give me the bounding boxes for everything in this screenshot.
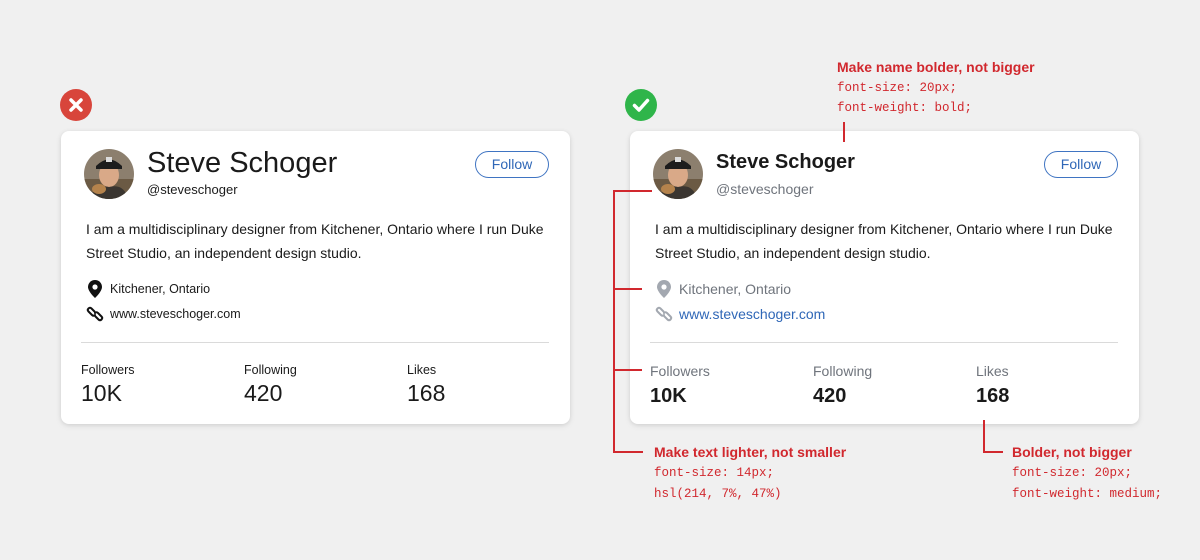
annotation-name-code: font-size: 20px; (837, 81, 958, 95)
map-pin-icon (86, 280, 104, 298)
stat-followers[interactable]: Followers 10K (650, 363, 710, 408)
stat-value: 420 (813, 385, 847, 407)
stat-likes[interactable]: Likes 168 (976, 363, 1009, 408)
profile-bio: I am a multidisciplinary designer from K… (86, 221, 544, 261)
divider (81, 342, 549, 343)
location-text: Kitchener, Ontario (679, 281, 792, 297)
annotation-connector (983, 420, 985, 451)
divider (650, 342, 1118, 343)
stat-label: Followers (650, 363, 710, 379)
location-text: Kitchener, Ontario (110, 282, 211, 296)
stat-label: Likes (976, 363, 1009, 379)
profile-card-after: Steve Schoger @steveschoger Follow I am … (630, 131, 1139, 424)
profile-handle: @steveschoger (147, 182, 238, 197)
stat-value: 168 (407, 380, 446, 406)
profile-handle: @steveschoger (716, 181, 814, 197)
annotation-text-code: hsl(214, 7%, 47%) (654, 487, 782, 501)
annotation-connector (613, 190, 615, 452)
stat-label: Following (244, 363, 297, 377)
annotation-stats-code: font-weight: medium; (1012, 487, 1163, 501)
stat-following[interactable]: Following 420 (813, 363, 872, 408)
follow-button[interactable]: Follow (475, 151, 549, 178)
stat-following[interactable]: Following 420 (244, 363, 297, 407)
annotation-connector (983, 451, 1003, 453)
stat-value: 10K (81, 380, 122, 406)
annotation-name-code: font-weight: bold; (837, 101, 973, 115)
correct-badge-icon (625, 89, 657, 121)
website-row: www.steveschoger.com (655, 304, 825, 324)
annotation-connector (613, 451, 643, 453)
stat-value: 420 (244, 380, 283, 406)
annotation-connector (613, 369, 642, 371)
stat-value: 168 (976, 385, 1010, 407)
annotation-stats-code: font-size: 20px; (1012, 466, 1133, 480)
map-pin-icon (655, 280, 673, 298)
avatar (653, 149, 703, 199)
avatar (84, 149, 134, 199)
annotation-text-code: font-size: 14px; (654, 466, 775, 480)
website-link[interactable]: www.steveschoger.com (679, 306, 825, 322)
profile-name: Steve Schoger (147, 147, 338, 179)
stat-followers[interactable]: Followers 10K (81, 363, 135, 407)
annotation-connector (613, 288, 642, 290)
stat-label: Likes (407, 363, 437, 377)
stat-value: 10K (650, 385, 687, 407)
annotation-stats-title: Bolder, not bigger (1012, 444, 1132, 460)
stat-likes[interactable]: Likes 168 (407, 363, 445, 407)
stat-label: Followers (81, 363, 135, 377)
stat-label: Following (813, 363, 873, 379)
annotation-connector (843, 122, 845, 142)
website-link[interactable]: www.steveschoger.com (110, 307, 241, 321)
incorrect-badge-icon (60, 89, 92, 121)
profile-card-before: Steve Schoger @steveschoger Follow I am … (61, 131, 570, 424)
annotation-text-title: Make text lighter, not smaller (654, 444, 847, 460)
annotation-name-title: Make name bolder, not bigger (837, 59, 1035, 75)
follow-button[interactable]: Follow (1044, 151, 1118, 178)
location-row: Kitchener, Ontario (655, 279, 791, 299)
profile-bio: I am a multidisciplinary designer from K… (655, 221, 1113, 261)
website-row: www.steveschoger.com (86, 304, 241, 324)
location-row: Kitchener, Ontario (86, 279, 210, 299)
link-icon (655, 305, 673, 323)
link-icon (86, 305, 104, 323)
annotation-connector (613, 190, 652, 192)
profile-name: Steve Schoger (716, 151, 855, 173)
